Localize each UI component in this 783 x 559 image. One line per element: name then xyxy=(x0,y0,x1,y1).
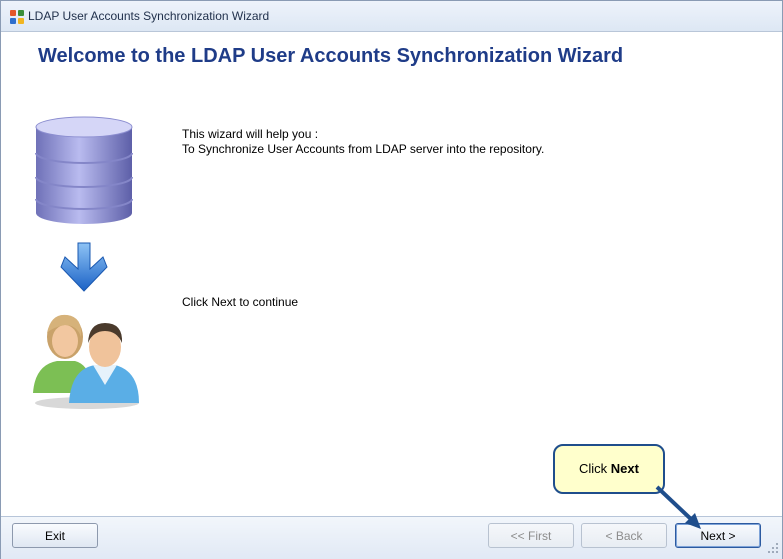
arrow-down-icon xyxy=(60,242,108,292)
callout-pointer-arrow xyxy=(655,485,701,529)
window-title: LDAP User Accounts Synchronization Wizar… xyxy=(28,9,270,23)
exit-button[interactable]: Exit xyxy=(12,523,98,548)
wizard-window: LDAP User Accounts Synchronization Wizar… xyxy=(0,0,783,559)
intro-line-1: This wizard will help you : xyxy=(182,127,319,141)
first-button[interactable]: << First xyxy=(488,523,574,548)
intro-line-2: To Synchronize User Accounts from LDAP s… xyxy=(182,142,545,156)
database-icon xyxy=(35,116,133,224)
callout-prefix: Click xyxy=(579,461,608,476)
title-bar: LDAP User Accounts Synchronization Wizar… xyxy=(1,1,782,32)
resize-grip-icon[interactable] xyxy=(767,542,779,554)
continue-instruction: Click Next to continue xyxy=(182,295,299,309)
app-icon xyxy=(10,10,24,24)
page-title: Welcome to the LDAP User Accounts Synchr… xyxy=(38,45,624,67)
users-icon xyxy=(33,314,139,409)
callout-emphasis: Next xyxy=(610,461,639,476)
